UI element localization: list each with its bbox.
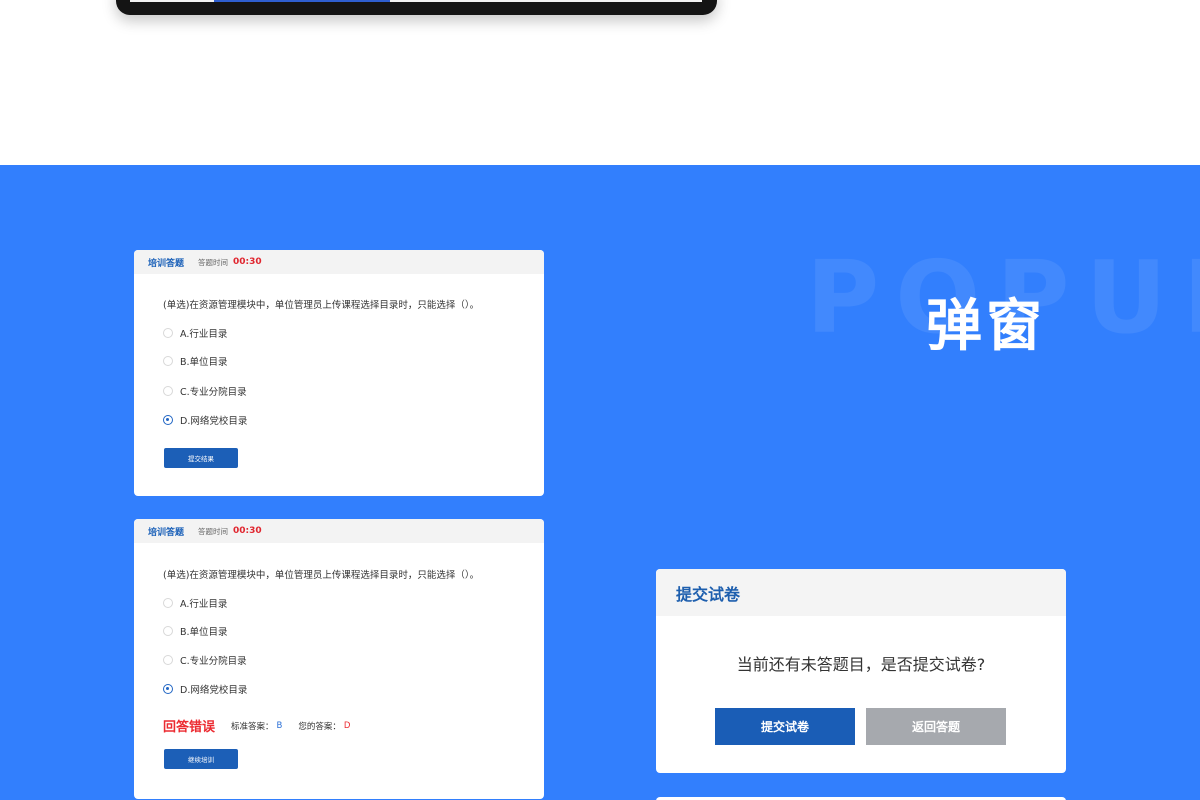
option-label: C.专业分院目录 — [180, 656, 247, 667]
dialog-title: 提交试卷 — [676, 584, 741, 604]
option-a[interactable]: A.行业目录 — [163, 596, 227, 610]
timer-value: 00:30 — [233, 526, 262, 536]
quiz-card-title: 培训答题 — [148, 258, 185, 269]
option-label: B.单位目录 — [180, 627, 228, 638]
radio-icon[interactable] — [163, 328, 173, 338]
option-label: A.行业目录 — [180, 329, 228, 340]
option-label: A.行业目录 — [180, 599, 228, 610]
your-answer-label: 您的答案： — [298, 721, 341, 732]
device-screen — [130, 0, 702, 2]
submit-exam-button[interactable]: 提交试卷 — [715, 708, 855, 745]
radio-icon[interactable] — [163, 356, 173, 366]
device-screen-highlight — [214, 0, 390, 2]
option-d[interactable]: D.网络党校目录 — [163, 682, 247, 696]
dialog-message: 当前还有未答题目，是否提交试卷? — [736, 655, 986, 674]
device-mockup — [116, 0, 717, 15]
option-d[interactable]: D.网络党校目录 — [163, 413, 247, 427]
standard-answer-value: B — [276, 720, 283, 731]
option-label: D.网络党校目录 — [180, 416, 248, 427]
option-label: B.单位目录 — [180, 357, 228, 368]
standard-answer-label: 标准答案： — [231, 721, 274, 732]
question-text: (单选)在资源管理模块中，单位管理员上传课程选择目录时，只能选择（）。 — [163, 300, 480, 311]
radio-icon[interactable] — [163, 626, 173, 636]
continue-training-button[interactable]: 继续培训 — [164, 749, 238, 769]
quiz-card-question: 培训答题 答题时间 00:30 (单选)在资源管理模块中，单位管理员上传课程选择… — [134, 250, 544, 496]
option-b[interactable]: B.单位目录 — [163, 354, 228, 368]
dialog-header: 提交试卷 — [656, 569, 1066, 616]
popup-section: POPUP 弹窗 培训答题 答题时间 00:30 (单选)在资源管理模块中，单位… — [0, 165, 1200, 800]
return-to-quiz-button[interactable]: 返回答题 — [866, 708, 1006, 745]
radio-icon[interactable] — [163, 655, 173, 665]
quiz-card-wrong-answer: 培训答题 答题时间 00:30 (单选)在资源管理模块中，单位管理员上传课程选择… — [134, 519, 544, 799]
option-label: C.专业分院目录 — [180, 387, 247, 398]
option-b[interactable]: B.单位目录 — [163, 624, 228, 638]
radio-icon[interactable] — [163, 598, 173, 608]
radio-icon[interactable] — [163, 386, 173, 396]
result-status: 回答错误 — [163, 720, 216, 735]
timer-label: 答题时间 — [198, 257, 229, 267]
option-a[interactable]: A.行业目录 — [163, 326, 227, 340]
your-answer-value: D — [343, 720, 351, 731]
quiz-card-title: 培训答题 — [148, 527, 185, 538]
quiz-card-header: 培训答题 答题时间 00:30 — [134, 250, 544, 274]
timer-label: 答题时间 — [198, 526, 229, 536]
quiz-card-header: 培训答题 答题时间 00:30 — [134, 519, 544, 543]
option-label: D.网络党校目录 — [180, 685, 248, 696]
answer-result: 回答错误 标准答案： B 您的答案： D — [163, 716, 350, 735]
timer-value: 00:30 — [233, 257, 262, 267]
submit-exam-dialog: 提交试卷 当前还有未答题目，是否提交试卷? 提交试卷 返回答题 — [656, 569, 1066, 773]
submit-result-button[interactable]: 提交结果 — [164, 448, 238, 468]
radio-checked-icon[interactable] — [163, 415, 173, 425]
section-title: 弹窗 — [926, 294, 1046, 359]
option-c[interactable]: C.专业分院目录 — [163, 384, 247, 398]
option-c[interactable]: C.专业分院目录 — [163, 653, 247, 667]
radio-checked-icon[interactable] — [163, 684, 173, 694]
question-text: (单选)在资源管理模块中，单位管理员上传课程选择目录时，只能选择（）。 — [163, 570, 480, 581]
